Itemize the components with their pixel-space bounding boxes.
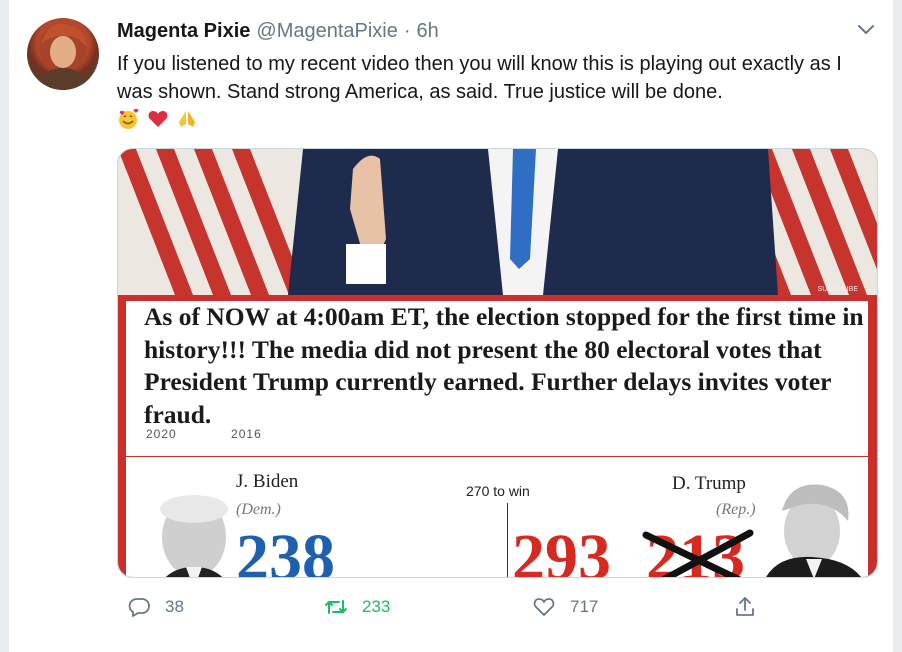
biden-portrait (160, 495, 228, 577)
tweet-actions: 38 233 717 (117, 592, 877, 624)
year-2020: 2020 (146, 427, 177, 441)
heart-icon (533, 598, 555, 616)
chevron-down-icon[interactable] (855, 20, 877, 38)
right-candidate-name: D. Trump (672, 473, 746, 494)
separator-dot: · (403, 19, 411, 42)
tweet-media[interactable]: SUBSCRIBE As of NOW at 4:00am ET, the el… (117, 148, 878, 578)
right-candidate-votes: 293 (512, 521, 611, 578)
avatar-image (39, 23, 87, 90)
tweet-card[interactable]: Magenta Pixie @MagentaPixie · 6h If you … (8, 0, 894, 652)
share-icon (736, 597, 754, 616)
media-photo: SUBSCRIBE (118, 149, 877, 295)
folded-hands-icon (179, 111, 196, 127)
author-name[interactable]: Magenta Pixie (117, 20, 250, 43)
tweet-timestamp[interactable]: 6h (417, 20, 439, 43)
cross-out-mark (642, 529, 754, 577)
retweet-button[interactable]: 233 (324, 592, 390, 622)
red-heart-icon (148, 111, 168, 127)
tweet-text: If you listened to my recent video then … (117, 50, 877, 134)
author-handle[interactable]: @MagentaPixie (256, 20, 397, 43)
trump-portrait (766, 484, 862, 577)
retweet-count: 233 (362, 597, 391, 616)
threshold-line (507, 503, 508, 577)
threshold-label: 270 to win (466, 483, 530, 499)
left-candidate-party: (Dem.) (236, 501, 281, 518)
year-tabs: 2020 2016 (146, 427, 312, 441)
left-candidate-name: J. Biden (236, 471, 299, 492)
media-caption: As of NOW at 4:00am ET, the election sto… (144, 302, 864, 429)
electoral-results: J. Biden (Dem.) 238 270 to win 293 213 D… (126, 457, 868, 578)
year-2016: 2016 (231, 427, 262, 441)
tweet-body: If you listened to my recent video then … (117, 53, 842, 103)
share-button[interactable] (733, 592, 757, 622)
reply-count: 38 (165, 597, 184, 616)
avatar[interactable] (27, 18, 99, 90)
tweet-header: Magenta Pixie @MagentaPixie · 6h (117, 17, 439, 45)
like-button[interactable]: 717 (532, 592, 598, 622)
left-candidate-votes: 238 (236, 521, 335, 578)
reply-button[interactable]: 38 (127, 592, 184, 622)
right-candidate-party: (Rep.) (716, 501, 756, 518)
reply-icon (128, 598, 150, 617)
smiling-face-with-hearts-icon (119, 108, 139, 129)
like-count: 717 (570, 597, 599, 616)
watermark-text: SUBSCRIBE (818, 286, 859, 293)
photo-scene: SUBSCRIBE (118, 149, 877, 295)
retweet-icon (325, 600, 347, 614)
